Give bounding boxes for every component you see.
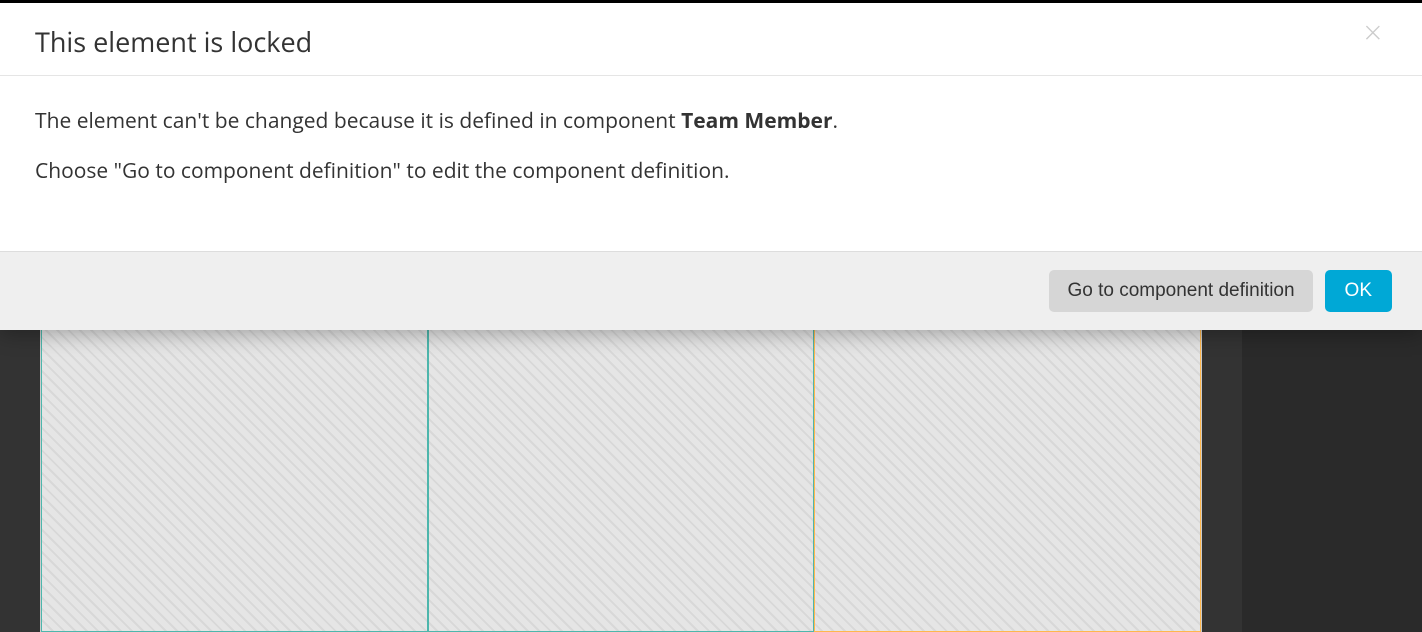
modal-title: This element is locked — [35, 23, 312, 60]
modal-header: This element is locked × — [0, 3, 1422, 76]
modal-body: The element can't be changed because it … — [0, 76, 1422, 251]
message-prefix: The element can't be changed because it … — [35, 107, 681, 135]
component-name: Team Member — [681, 107, 832, 135]
message-suffix: . — [832, 107, 838, 135]
modal-footer: Go to component definition OK — [0, 251, 1422, 330]
modal-message-line-2: Choose "Go to component definition" to e… — [35, 156, 1387, 188]
modal-message-line-1: The element can't be changed because it … — [35, 106, 1387, 138]
locked-element-modal: This element is locked × The element can… — [0, 0, 1422, 330]
goto-definition-button[interactable]: Go to component definition — [1049, 270, 1312, 312]
ok-button[interactable]: OK — [1325, 270, 1392, 312]
close-icon[interactable]: × — [1359, 23, 1387, 42]
